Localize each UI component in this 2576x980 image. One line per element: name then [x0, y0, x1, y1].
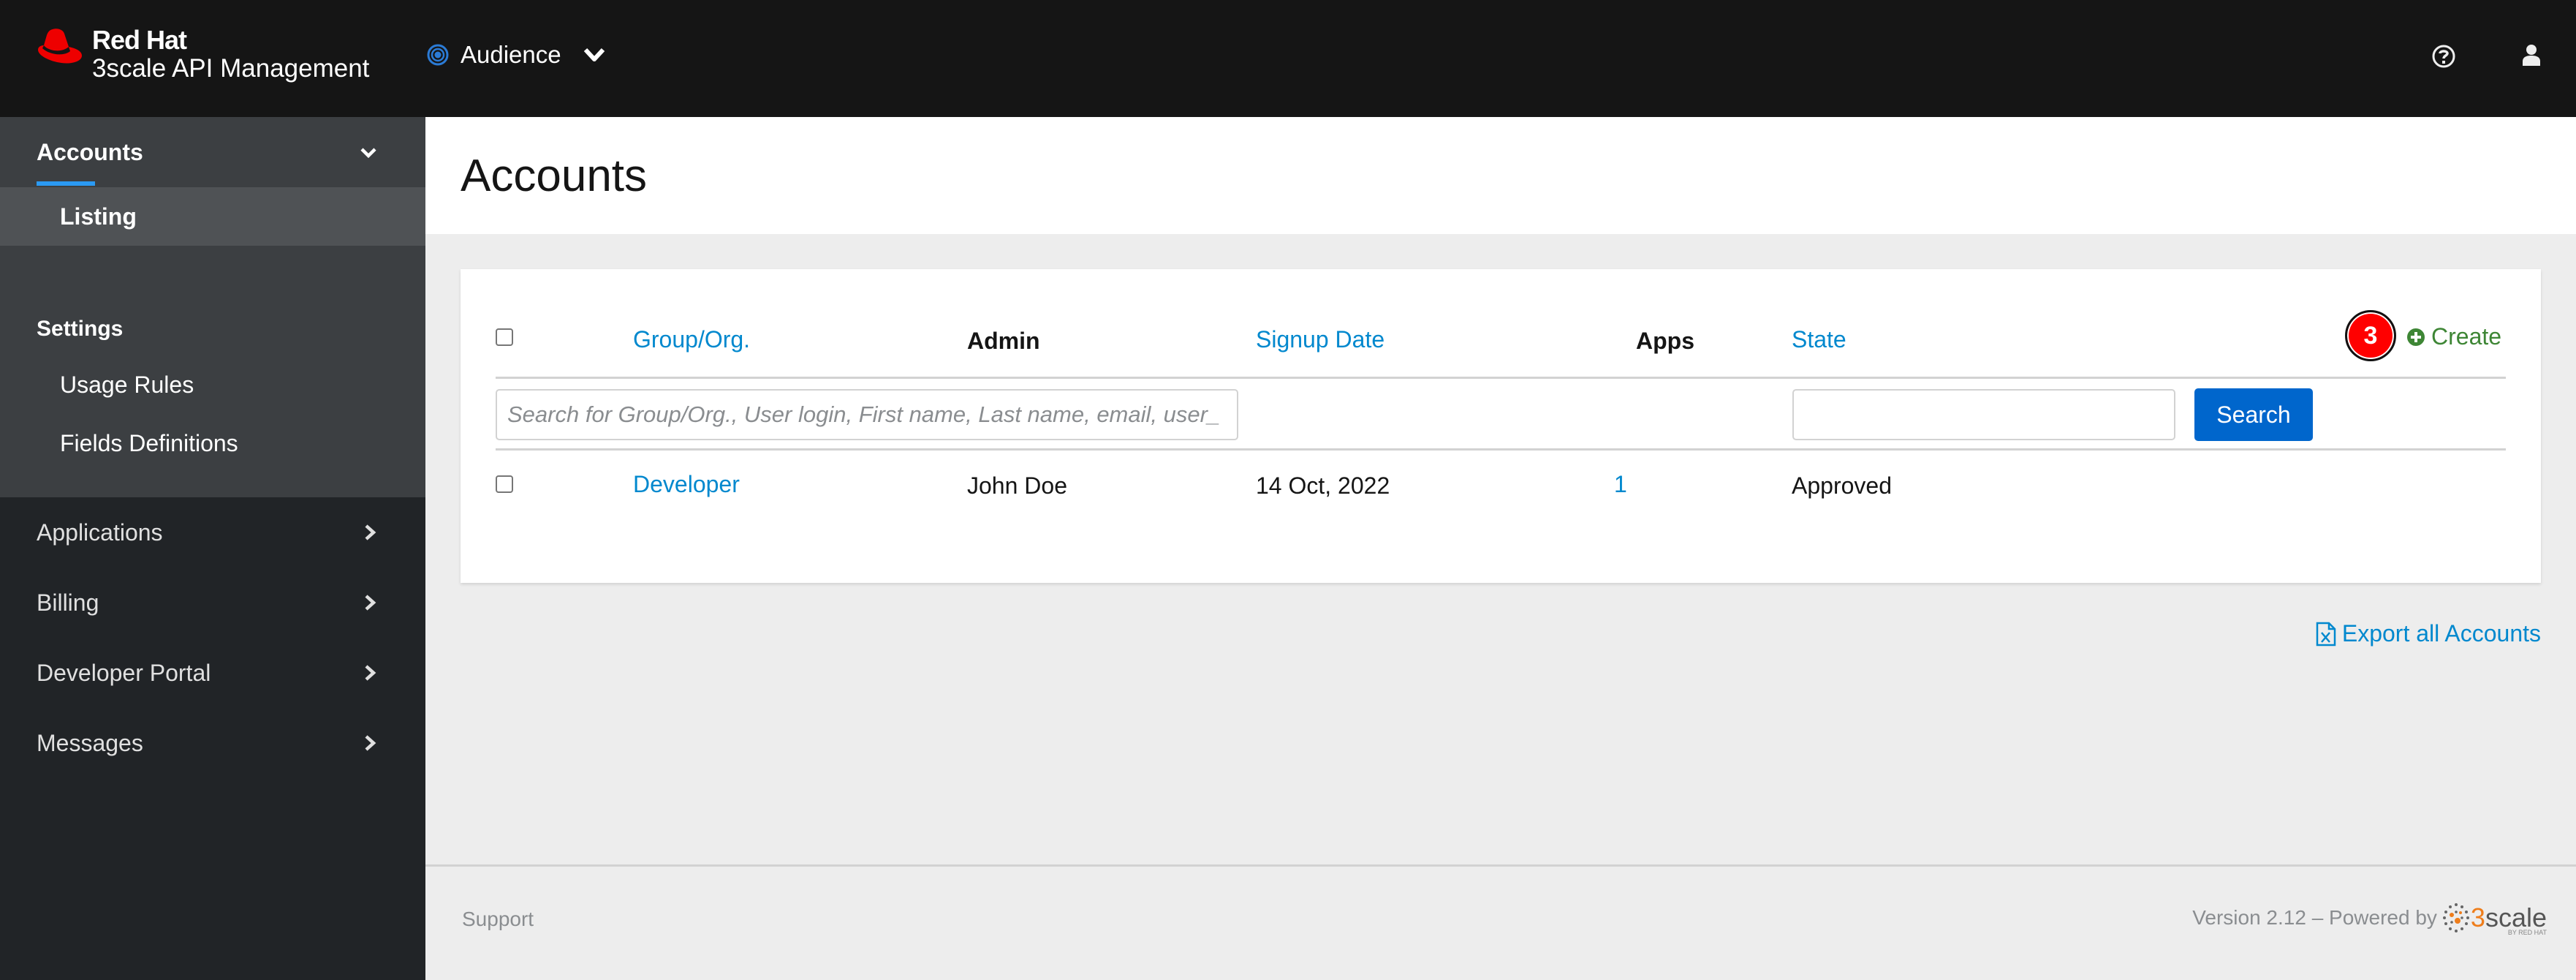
- sidebar-item-developer-portal[interactable]: Developer Portal: [0, 638, 425, 708]
- chevron-down-icon: [360, 148, 376, 159]
- sidebar-item-label: Developer Portal: [37, 659, 211, 686]
- sidebar-section-settings: Settings: [37, 317, 124, 341]
- account-signup-date: 14 Oct, 2022: [1256, 472, 1390, 499]
- state-filter-input[interactable]: [1792, 389, 2175, 440]
- column-header-group-org[interactable]: Group/Org.: [633, 326, 750, 353]
- page-footer: Support Version 2.12 – Powered by 3scale…: [425, 864, 2576, 980]
- help-icon[interactable]: [2431, 44, 2456, 69]
- chevron-right-icon: [365, 595, 376, 611]
- chevron-right-icon: [365, 665, 376, 681]
- chevron-right-icon: [365, 524, 376, 540]
- sidebar-item-usage-rules[interactable]: Usage Rules: [0, 355, 425, 414]
- sidebar-item-accounts[interactable]: Accounts: [0, 117, 425, 187]
- row-select-checkbox[interactable]: [496, 475, 513, 493]
- export-label: Export all Accounts: [2341, 620, 2541, 647]
- accounts-table-card: Group/Org. Admin Signup Date Apps State …: [461, 269, 2541, 583]
- sidebar-item-billing[interactable]: Billing: [0, 568, 425, 638]
- file-excel-icon: [2316, 622, 2336, 646]
- active-indicator: [37, 181, 95, 186]
- chevron-right-icon: [365, 735, 376, 751]
- table-search-row: Search: [496, 379, 2506, 451]
- page-title: Accounts: [461, 150, 648, 201]
- sidebar-item-label: Applications: [37, 519, 163, 546]
- redhat-hat-icon: [38, 29, 82, 64]
- sidebar-item-fields-definitions[interactable]: Fields Definitions: [0, 414, 425, 472]
- support-link[interactable]: Support: [462, 908, 534, 931]
- create-label: Create: [2431, 323, 2502, 350]
- user-icon[interactable]: [2519, 44, 2544, 69]
- version-info: Version 2.12 – Powered by 3scale BY RED H…: [2192, 902, 2547, 936]
- column-header-admin: Admin: [967, 328, 1040, 354]
- brand-logo[interactable]: Red Hat 3scale API Management: [35, 26, 369, 83]
- export-accounts-link[interactable]: Export all Accounts: [2316, 620, 2541, 647]
- sidebar-item-messages[interactable]: Messages: [0, 708, 425, 778]
- brand-name: Red Hat: [92, 25, 187, 55]
- sidebar-item-label: Messages: [37, 729, 143, 756]
- sidebar-item-label: Fields Definitions: [60, 429, 238, 456]
- context-label: Audience: [461, 41, 561, 68]
- accounts-search-input[interactable]: [496, 389, 1238, 440]
- 3scale-wordmark: 3scale BY RED HAT: [2470, 902, 2547, 936]
- sidebar-nav: Accounts Listing Settings Usage Rules Fi…: [0, 117, 425, 980]
- masthead: Red Hat 3scale API Management Audience: [0, 0, 2576, 117]
- account-admin: John Doe: [967, 472, 1067, 499]
- annotation-marker: 3: [2345, 310, 2396, 361]
- page-header: Accounts: [425, 117, 2576, 234]
- version-text: Version 2.12 – Powered by: [2192, 906, 2437, 929]
- sidebar-item-label: Accounts: [37, 138, 143, 165]
- account-apps-link[interactable]: 1: [1614, 471, 1627, 498]
- main-content: Accounts Group/Org. Admin Signup Date Ap…: [425, 117, 2576, 980]
- sidebar-item-applications[interactable]: Applications: [0, 497, 425, 568]
- create-account-button[interactable]: Create: [2406, 323, 2501, 350]
- sidebar-item-label: Billing: [37, 589, 99, 616]
- column-header-state[interactable]: State: [1792, 326, 1846, 353]
- 3scale-dots-icon: [2442, 903, 2469, 932]
- 3scale-logo: 3scale BY RED HAT: [2441, 902, 2547, 936]
- account-group-link[interactable]: Developer: [633, 471, 740, 498]
- context-selector[interactable]: Audience: [427, 41, 605, 69]
- table-header-row: Group/Org. Admin Signup Date Apps State …: [496, 304, 2506, 379]
- table-row: Developer John Doe 14 Oct, 2022 1 Approv…: [496, 452, 2506, 525]
- chevron-down-icon[interactable]: [583, 47, 605, 63]
- column-header-signup-date[interactable]: Signup Date: [1256, 326, 1384, 353]
- account-state: Approved: [1792, 472, 1892, 499]
- search-button[interactable]: Search: [2194, 388, 2313, 441]
- column-header-apps: Apps: [1636, 328, 1694, 354]
- sidebar-item-label: Listing: [60, 203, 137, 230]
- sidebar-item-label: Usage Rules: [60, 371, 194, 398]
- plus-circle-icon: [2407, 328, 2425, 346]
- sidebar-group-accounts: Accounts Listing Settings Usage Rules Fi…: [0, 117, 425, 497]
- select-all-checkbox[interactable]: [496, 328, 513, 346]
- target-icon: [427, 44, 449, 66]
- product-name: 3scale API Management: [92, 53, 370, 83]
- sidebar-item-listing[interactable]: Listing: [0, 187, 425, 246]
